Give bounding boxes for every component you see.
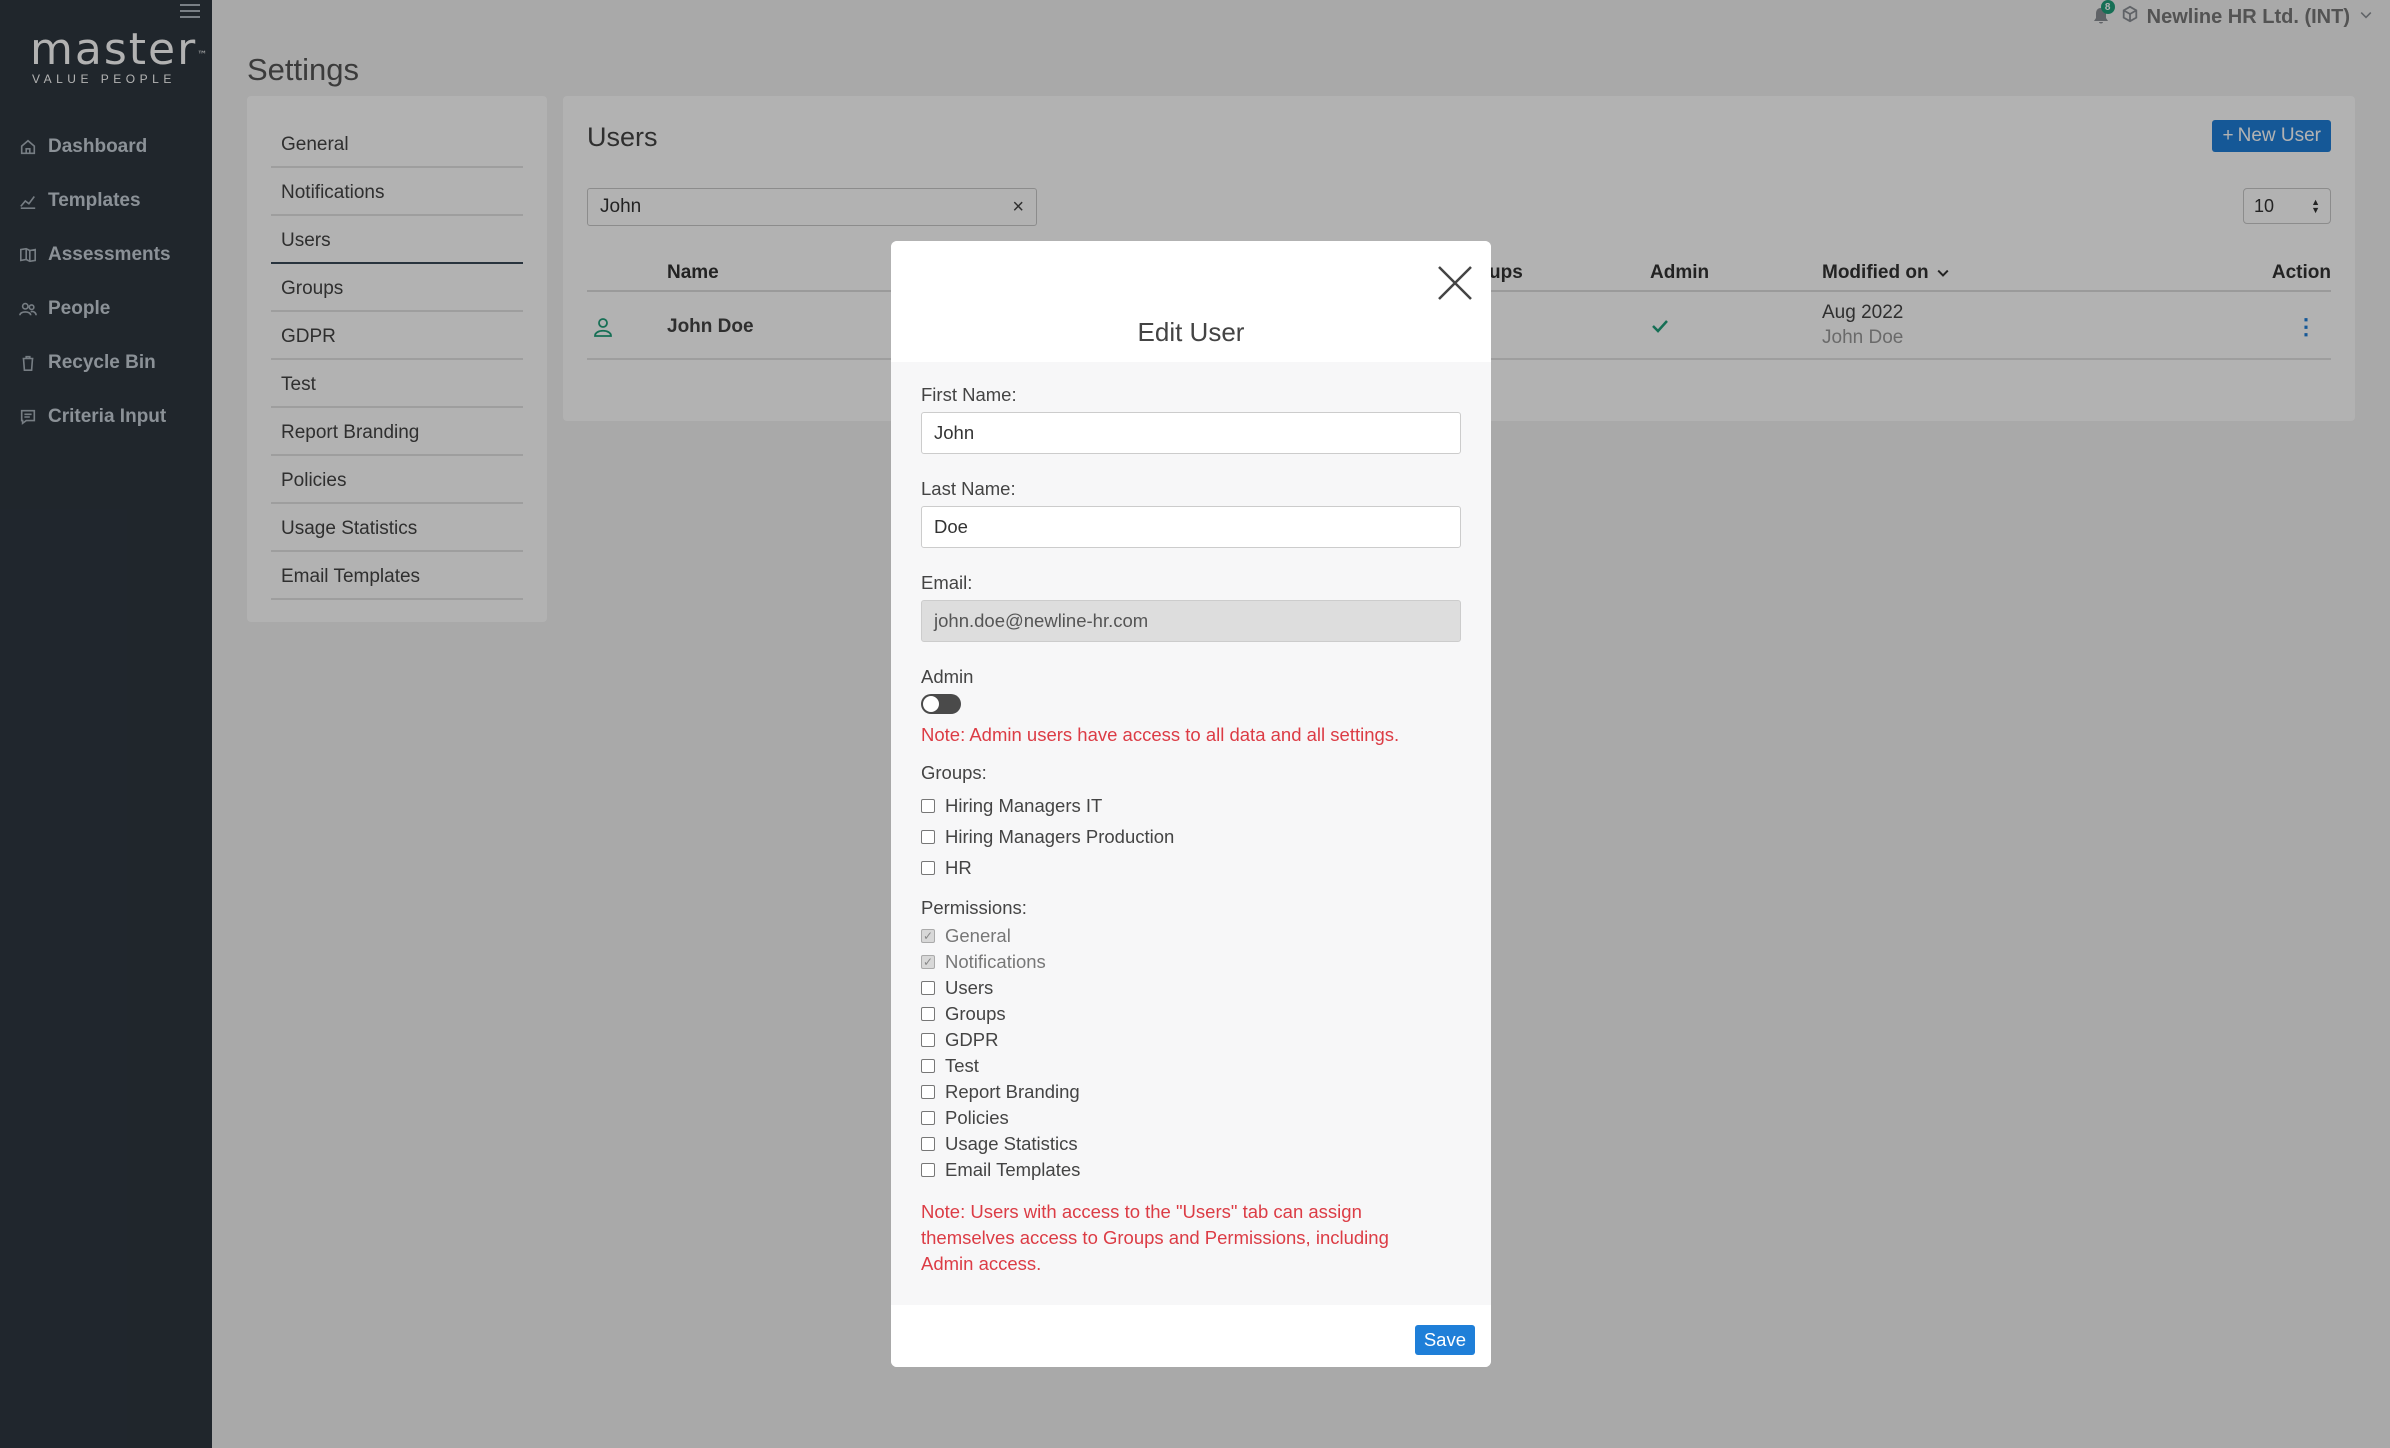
admin-note: Note: Admin users have access to all dat… — [921, 724, 1400, 745]
checkbox[interactable] — [921, 1111, 935, 1125]
users-note: Note: Users with access to the "Users" t… — [921, 1201, 1389, 1274]
modal-header: Edit User — [891, 241, 1491, 362]
permission-label: GDPR — [945, 1029, 999, 1050]
last-name-label: Last Name: — [921, 478, 1016, 499]
email-value: john.doe@newline-hr.com — [934, 610, 1149, 631]
permission-checkbox-row: ✓ General — [921, 923, 1461, 949]
admin-label: Admin — [921, 666, 974, 687]
groups-list: Hiring Managers IT Hiring Managers Produ… — [921, 790, 1461, 883]
modal-title: Edit User — [1137, 317, 1245, 347]
first-name-label: First Name: — [921, 384, 1017, 405]
admin-toggle[interactable] — [921, 694, 961, 714]
permission-label: Policies — [945, 1107, 1009, 1128]
permission-label: Email Templates — [945, 1159, 1081, 1180]
group-checkbox-row[interactable]: Hiring Managers Production — [921, 821, 1461, 852]
permissions-list: ✓ General ✓ Notifications Users Groups G… — [921, 923, 1461, 1183]
checkbox-checked-disabled: ✓ — [921, 929, 935, 943]
permission-label: Users — [945, 977, 994, 998]
permission-label: Test — [945, 1055, 979, 1076]
permission-checkbox-row: ✓ Notifications — [921, 949, 1461, 975]
checkbox[interactable] — [921, 1033, 935, 1047]
permission-checkbox-row[interactable]: Usage Statistics — [921, 1131, 1461, 1157]
permission-label: Notifications — [945, 951, 1046, 972]
email-label: Email: — [921, 572, 973, 593]
checkbox[interactable] — [921, 1059, 935, 1073]
first-name-value: John — [934, 422, 975, 443]
modal-body: First Name: John Last Name: Doe Email: j… — [921, 362, 1461, 1277]
permission-checkbox-row[interactable]: Test — [921, 1053, 1461, 1079]
modal-footer: Save — [891, 1305, 1491, 1367]
checkbox[interactable] — [921, 1137, 935, 1151]
group-label: Hiring Managers IT — [945, 794, 1103, 816]
checkbox[interactable] — [921, 1085, 935, 1099]
permission-label: Usage Statistics — [945, 1133, 1078, 1154]
checkbox[interactable] — [921, 829, 935, 844]
checkbox[interactable] — [921, 860, 935, 875]
checkbox[interactable] — [921, 981, 935, 995]
checkbox-checked-disabled: ✓ — [921, 955, 935, 969]
permission-label: General — [945, 925, 1011, 946]
email-field: john.doe@newline-hr.com — [921, 600, 1461, 642]
permission-label: Groups — [945, 1003, 1006, 1024]
permission-label: Report Branding — [945, 1081, 1080, 1102]
permission-checkbox-row[interactable]: Email Templates — [921, 1157, 1461, 1183]
permission-checkbox-row[interactable]: Policies — [921, 1105, 1461, 1131]
edit-user-modal: Edit User First Name: John Last Name: Do… — [891, 241, 1491, 1367]
permission-checkbox-row[interactable]: GDPR — [921, 1027, 1461, 1053]
group-checkbox-row[interactable]: Hiring Managers IT — [921, 790, 1461, 821]
group-label: HR — [945, 856, 972, 878]
permission-checkbox-row[interactable]: Report Branding — [921, 1079, 1461, 1105]
first-name-field[interactable]: John — [921, 412, 1461, 454]
permissions-label: Permissions: — [921, 897, 1027, 918]
group-checkbox-row[interactable]: HR — [921, 852, 1461, 883]
last-name-value: Doe — [934, 516, 968, 537]
checkbox[interactable] — [921, 798, 935, 813]
permission-checkbox-row[interactable]: Groups — [921, 1001, 1461, 1027]
groups-label: Groups: — [921, 762, 987, 783]
permission-checkbox-row[interactable]: Users — [921, 975, 1461, 1001]
checkbox[interactable] — [921, 1163, 935, 1177]
last-name-field[interactable]: Doe — [921, 506, 1461, 548]
checkbox[interactable] — [921, 1007, 935, 1021]
close-icon[interactable] — [1435, 263, 1475, 303]
save-button[interactable]: Save — [1414, 1325, 1475, 1355]
group-label: Hiring Managers Production — [945, 825, 1175, 847]
